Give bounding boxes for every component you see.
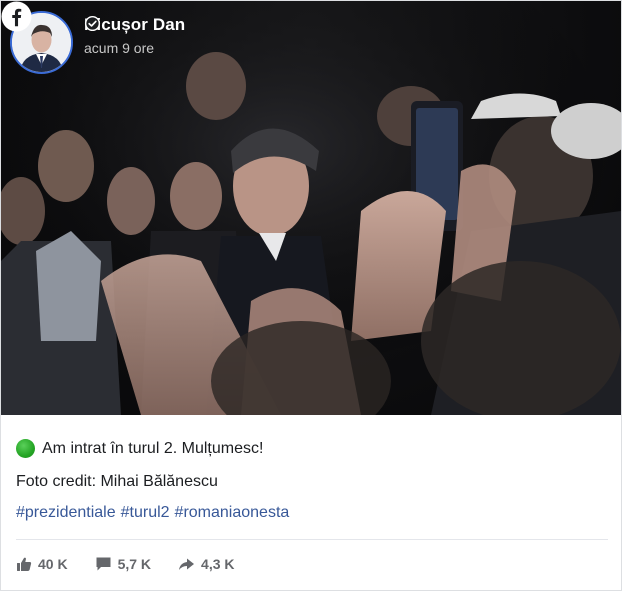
post-text-line2: Foto credit: Mihai Bălănescu: [16, 473, 218, 490]
comments-count: 5,7 K: [117, 556, 152, 572]
social-post-card: Nicușor Dan acum 9 ore Am intrat în turu…: [0, 0, 622, 591]
hashtag-link[interactable]: #romaniaonesta: [175, 504, 290, 522]
crowd-photo-illustration: [1, 1, 621, 415]
post-text-line1: Am intrat în turul 2. Mulțumesc!: [16, 439, 263, 458]
hashtag-link[interactable]: #prezidentiale: [16, 504, 116, 522]
post-timestamp[interactable]: acum 9 ore: [84, 40, 154, 56]
green-circle-icon: [16, 439, 35, 458]
thumbs-up-icon: [17, 557, 32, 571]
likes-count: 40 K: [38, 556, 68, 572]
comment-icon: [96, 557, 111, 571]
post-photo[interactable]: Nicușor Dan acum 9 ore: [1, 1, 621, 415]
shares-stat[interactable]: 4,3 K: [178, 556, 235, 572]
likes-stat[interactable]: 40 K: [16, 556, 68, 572]
comments-stat[interactable]: 5,7 K: [95, 556, 151, 572]
shares-count: 4,3 K: [201, 556, 235, 572]
hashtag-link[interactable]: #turul2: [121, 504, 170, 522]
stats-divider: [16, 539, 608, 540]
facebook-icon[interactable]: [1, 1, 32, 32]
hashtags-row: #prezidentiale #turul2 #romaniaonesta: [16, 504, 294, 522]
post-text-main: Am intrat în turul 2. Mulțumesc!: [42, 439, 264, 457]
author-row: Nicușor Dan: [84, 15, 185, 35]
verified-badge-icon: [84, 15, 101, 32]
engagement-stats: 40 K 5,7 K 4,3 K: [16, 556, 262, 572]
share-arrow-icon: [179, 558, 195, 570]
